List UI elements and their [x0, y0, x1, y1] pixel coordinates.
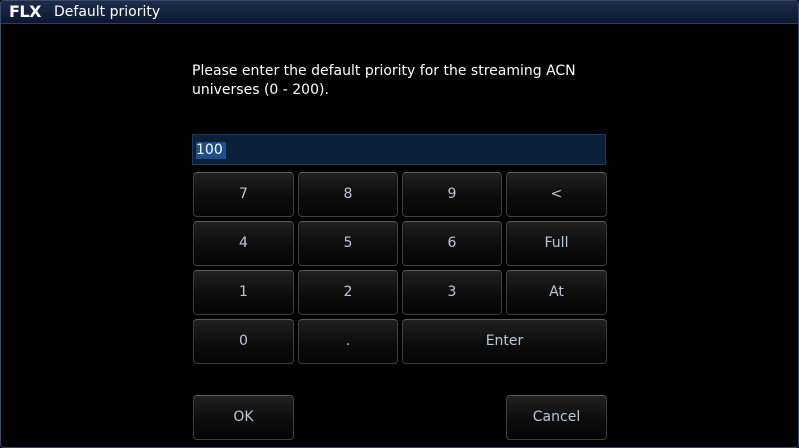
priority-input[interactable]: [193, 135, 605, 164]
key-8[interactable]: 8: [298, 172, 398, 217]
title-bar[interactable]: FLX Default priority: [1, 1, 798, 24]
full-key[interactable]: Full: [506, 221, 607, 266]
key-4[interactable]: 4: [193, 221, 294, 266]
key-0[interactable]: 0: [193, 319, 294, 364]
dialog-title: Default priority: [54, 4, 161, 20]
key-9[interactable]: 9: [402, 172, 502, 217]
decimal-key[interactable]: .: [298, 319, 398, 364]
cancel-button[interactable]: Cancel: [506, 395, 607, 440]
dialog-window: FLX Default priority Please enter the de…: [0, 0, 799, 448]
key-3[interactable]: 3: [402, 270, 502, 315]
key-5[interactable]: 5: [298, 221, 398, 266]
prompt-text: Please enter the default priority for th…: [192, 63, 576, 98]
flx-logo: FLX: [9, 2, 41, 21]
key-2[interactable]: 2: [298, 270, 398, 315]
backspace-key[interactable]: <: [506, 172, 607, 217]
at-key[interactable]: At: [506, 270, 607, 315]
priority-entry[interactable]: [192, 134, 606, 165]
enter-key[interactable]: Enter: [402, 319, 607, 364]
ok-button[interactable]: OK: [193, 395, 294, 440]
key-1[interactable]: 1: [193, 270, 294, 315]
key-7[interactable]: 7: [193, 172, 294, 217]
key-6[interactable]: 6: [402, 221, 502, 266]
